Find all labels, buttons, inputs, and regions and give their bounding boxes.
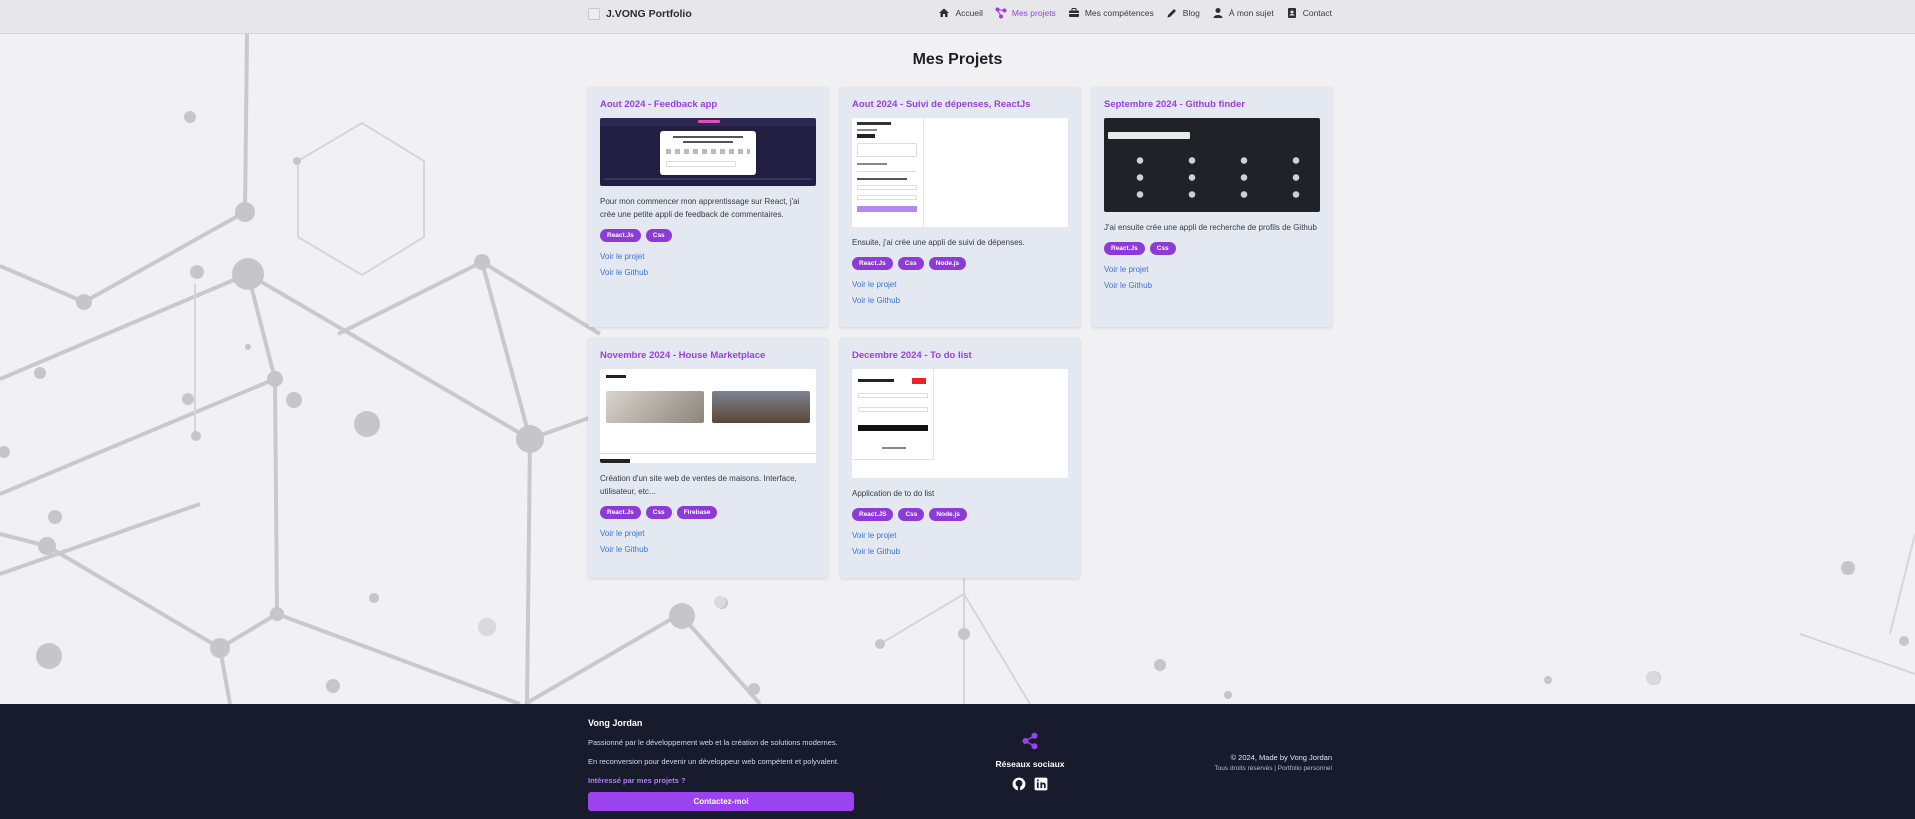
project-card: Septembre 2024 - Github finder J'ai ensu…	[1092, 87, 1332, 327]
project-screenshot[interactable]	[600, 369, 816, 463]
nav-item-blog[interactable]: Blog	[1166, 7, 1200, 19]
brand[interactable]: J.VONG Portfolio	[588, 8, 692, 20]
footer-social: Réseaux sociaux	[990, 732, 1070, 791]
view-github-link[interactable]: Voir le Github	[852, 547, 1068, 556]
project-description: Création d'un site web de ventes de mais…	[600, 474, 797, 496]
nav-item-contact[interactable]: Contact	[1286, 7, 1332, 19]
project-description: Application de to do list	[852, 489, 935, 498]
project-card: Aout 2024 - Feedback app Pour mon commen…	[588, 87, 828, 327]
social-title: Réseaux sociaux	[995, 759, 1065, 769]
brand-logo-icon	[588, 8, 600, 20]
nav-label: Mes compétences	[1084, 8, 1154, 18]
nav-item-mes-competences[interactable]: Mes compétences	[1068, 7, 1154, 19]
tag: Css	[897, 257, 924, 270]
view-github-link[interactable]: Voir le Github	[600, 545, 816, 554]
project-title: Aout 2024 - Feedback app	[600, 99, 718, 110]
top-navbar: J.VONG Portfolio Accueil Mes projets Mes…	[0, 0, 1915, 34]
github-icon[interactable]	[1012, 777, 1026, 791]
nav-label: Contact	[1302, 8, 1332, 18]
view-project-link[interactable]: Voir le projet	[600, 252, 816, 261]
nav-item-mes-projets[interactable]: Mes projets	[995, 7, 1056, 19]
tag: Node.js	[928, 257, 967, 270]
view-github-link[interactable]: Voir le Github	[852, 296, 1068, 305]
footer-about: Vong Jordan Passionné par le développeme…	[588, 718, 854, 811]
view-github-link[interactable]: Voir le Github	[1104, 281, 1320, 290]
tag-list: React.Js Css	[1104, 242, 1320, 255]
tag: Node.js	[929, 508, 967, 521]
tag: Css	[898, 508, 925, 521]
view-project-link[interactable]: Voir le projet	[852, 280, 1068, 289]
user-icon	[1213, 8, 1223, 18]
tag: Firebase	[676, 506, 718, 519]
project-description: J'ai ensuite crée une appli de recherche…	[1104, 223, 1317, 232]
footer: Vong Jordan Passionné par le développeme…	[0, 704, 1915, 819]
tag: Css	[645, 229, 672, 242]
share-icon	[1022, 732, 1038, 750]
tag: React.Js	[600, 506, 641, 519]
home-icon	[939, 8, 950, 17]
share-nodes-icon	[995, 7, 1007, 19]
rights-notice: Tous droits réservés | Portfolio personn…	[1214, 765, 1332, 772]
pencil-icon	[1167, 9, 1176, 18]
nav-label: Mes projets	[1011, 8, 1056, 18]
tag: Css	[1149, 242, 1176, 255]
tag: React.Js	[852, 257, 893, 270]
tag: React.Js	[600, 229, 641, 242]
main-nav: Accueil Mes projets Mes compétences Blog…	[938, 7, 1332, 19]
project-card: Decembre 2024 - To do list Application d…	[840, 338, 1080, 578]
tag-list: React.Js Css Firebase	[600, 506, 816, 519]
project-screenshot[interactable]	[852, 369, 1068, 478]
footer-line: En reconversion pour devenir un développ…	[588, 757, 839, 766]
view-project-link[interactable]: Voir le projet	[1104, 265, 1320, 274]
tag: React.Js	[1104, 242, 1145, 255]
copyright: © 2024, Made by Vong Jordan	[1230, 753, 1332, 762]
linkedin-icon[interactable]	[1034, 777, 1048, 791]
contact-me-button[interactable]: Contactez-moi	[588, 792, 854, 811]
nav-label: Accueil	[955, 8, 983, 18]
project-title: Aout 2024 - Suivi de dépenses, ReactJs	[852, 99, 1031, 110]
footer-line: Passionné par le développement web et la…	[588, 738, 838, 747]
tag-list: React.Js Css Node.js	[852, 257, 1068, 270]
contact-book-icon	[1287, 8, 1296, 18]
project-title: Septembre 2024 - Github finder	[1104, 99, 1245, 110]
footer-legal: © 2024, Made by Vong Jordan Tous droits …	[1214, 753, 1332, 772]
footer-name: Vong Jordan	[588, 718, 643, 728]
nav-item-a-mon-sujet[interactable]: À mon sujet	[1212, 7, 1274, 19]
tag-list: React.Js Css	[600, 229, 816, 242]
tag: React.JS	[852, 508, 894, 521]
tag: Css	[645, 506, 672, 519]
project-description: Ensuite, j'ai crée une appli de suivi de…	[852, 238, 1025, 247]
brand-name: J.VONG Portfolio	[606, 8, 692, 20]
project-card: Aout 2024 - Suivi de dépenses, ReactJs E…	[840, 87, 1080, 327]
footer-interest-link[interactable]: Intéressé par mes projets ?	[588, 776, 854, 785]
project-title: Novembre 2024 - House Marketplace	[600, 350, 766, 361]
view-github-link[interactable]: Voir le Github	[600, 268, 816, 277]
nav-label: Blog	[1182, 8, 1200, 18]
tag-list: React.JS Css Node.js	[852, 508, 1068, 521]
nav-label: À mon sujet	[1228, 8, 1274, 18]
page-title: Mes Projets	[912, 51, 1003, 68]
project-title: Decembre 2024 - To do list	[852, 350, 972, 361]
social-icons	[990, 777, 1070, 791]
view-project-link[interactable]: Voir le projet	[600, 529, 816, 538]
project-screenshot[interactable]	[600, 118, 816, 186]
view-project-link[interactable]: Voir le projet	[852, 531, 1068, 540]
project-screenshot[interactable]	[852, 118, 1068, 227]
nav-item-accueil[interactable]: Accueil	[938, 7, 983, 19]
project-screenshot[interactable]	[1104, 118, 1320, 212]
project-description: Pour mon commencer mon apprentissage sur…	[600, 197, 800, 219]
briefcase-icon	[1068, 8, 1079, 17]
project-card: Novembre 2024 - House Marketplace Créati…	[588, 338, 828, 578]
